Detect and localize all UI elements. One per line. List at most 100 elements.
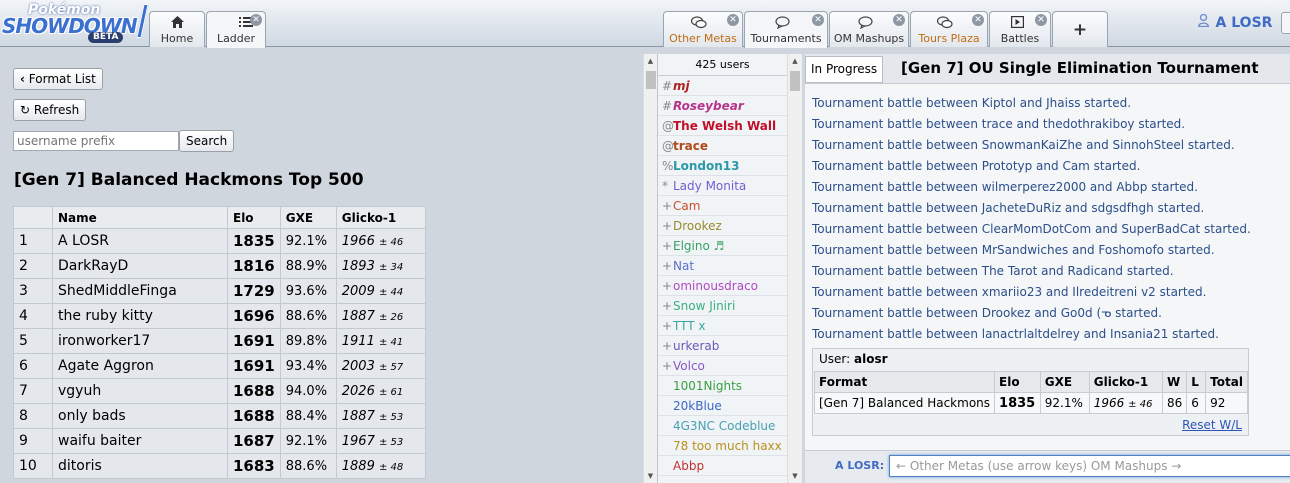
scroll-up-arrow[interactable]: ▲: [788, 56, 802, 66]
player-name-cell[interactable]: A LOSR: [52, 228, 228, 254]
table-row: 2 DarkRayD 1816 88.9% 1893 ± 34: [13, 253, 426, 279]
list-item[interactable]: Abbp: [658, 456, 787, 476]
user-group-symbol: +: [662, 219, 673, 233]
glicko-cell: 1889 ± 48: [335, 453, 426, 479]
stat-glicko-value: 1966: [1093, 396, 1125, 410]
in-progress-button[interactable]: In Progress: [805, 56, 884, 83]
tab-ladder[interactable]: Ladder ✕: [206, 11, 266, 48]
add-tab-button[interactable]: +: [1052, 11, 1108, 47]
tab-ladder-label: Ladder: [216, 32, 256, 45]
list-item[interactable]: +Drookez: [658, 216, 787, 236]
rank-cell: 2: [13, 253, 53, 279]
col-name: Name: [52, 206, 228, 229]
glicko-value: 2026: [341, 383, 375, 399]
list-item[interactable]: 4G3NC Codeblue: [658, 416, 787, 436]
list-item[interactable]: 1001Nights: [658, 376, 787, 396]
user-group-symbol: *: [662, 179, 668, 193]
list-item[interactable]: 78 too much haxx: [658, 436, 787, 456]
list-item[interactable]: +ominousdraco: [658, 276, 787, 296]
tab-home[interactable]: Home: [149, 11, 205, 47]
close-icon[interactable]: ✕: [1035, 14, 1047, 26]
close-icon[interactable]: ✕: [972, 14, 984, 26]
user-group-symbol: +: [662, 359, 673, 373]
scroll-thumb[interactable]: [790, 71, 800, 91]
search-button[interactable]: Search: [179, 130, 235, 152]
list-item[interactable]: %London13: [658, 156, 787, 176]
user-group-symbol: %: [662, 159, 674, 173]
tab-tournaments[interactable]: Tournaments ✕: [744, 11, 828, 48]
player-name-cell[interactable]: ironworker17: [52, 328, 228, 354]
format-list-button[interactable]: ‹ Format List: [13, 68, 103, 90]
col-l: L: [1186, 371, 1207, 393]
gxe-cell: 93.6%: [279, 278, 337, 304]
player-name-cell[interactable]: the ruby kitty: [52, 303, 228, 329]
list-item[interactable]: @The Welsh Wall: [658, 116, 787, 136]
gxe-cell: 89.8%: [279, 328, 337, 354]
current-user[interactable]: A LOSR: [1198, 13, 1273, 31]
list-item[interactable]: #Roseybear: [658, 96, 787, 116]
list-item[interactable]: * Lady Monita: [658, 176, 787, 196]
glicko-value: 1911: [341, 333, 375, 349]
format-list-label: Format List: [28, 72, 96, 86]
elo-cell: 1683: [227, 453, 281, 479]
tab-tours-plaza[interactable]: Tours Plaza ✕: [910, 11, 988, 47]
rank-cell: 9: [13, 428, 53, 454]
list-item[interactable]: #mj: [658, 76, 787, 96]
user-name: The Welsh Wall: [673, 119, 777, 133]
list-item[interactable]: 20kBlue: [658, 396, 787, 416]
close-icon[interactable]: ✕: [250, 14, 262, 26]
scroll-up-arrow[interactable]: ▲: [644, 56, 657, 66]
tab-om-mashups[interactable]: OM Mashups ✕: [829, 11, 909, 47]
gxe-cell: 92.1%: [279, 428, 337, 454]
tab-battles[interactable]: Battles ✕: [989, 11, 1051, 47]
user-stats-username[interactable]: alosr: [854, 352, 888, 366]
table-row: 3 ShedMiddleFinga 1729 93.6% 2009 ± 44: [13, 278, 426, 304]
user-name: urkerab: [673, 339, 720, 353]
scroll-down-arrow[interactable]: ▼: [644, 471, 657, 481]
showdown-logo[interactable]: Pokémon SHOWDOWN BETA: [2, 2, 149, 44]
player-name-cell[interactable]: vgyuh: [52, 378, 228, 404]
list-item[interactable]: +TTT x: [658, 316, 787, 336]
list-item[interactable]: +Volco: [658, 356, 787, 376]
user-group-symbol: #: [662, 79, 673, 93]
user-name: Cam: [673, 199, 701, 213]
col-total: Total: [1205, 371, 1248, 393]
main-menu-button[interactable]: [1281, 12, 1290, 34]
list-item[interactable]: +Elgino ♬: [658, 236, 787, 256]
player-name-cell[interactable]: DarkRayD: [52, 253, 228, 279]
player-name-cell[interactable]: only bads: [52, 403, 228, 429]
list-item[interactable]: +Nat: [658, 256, 787, 276]
col-glicko: Glicko-1: [1088, 371, 1164, 393]
scroll-down-arrow[interactable]: ▼: [788, 471, 802, 481]
userlist-scrollbar[interactable]: ▲ ▼: [787, 54, 802, 483]
list-item[interactable]: +Snow Jiniri: [658, 296, 787, 316]
chat-message-input[interactable]: ← Other Metas (use arrow keys) OM Mashup…: [889, 455, 1290, 477]
list-item[interactable]: +urkerab: [658, 336, 787, 356]
tab-other-metas[interactable]: Other Metas ✕: [663, 11, 743, 47]
player-name-cell[interactable]: ditoris: [52, 453, 228, 479]
rank-cell: 8: [13, 403, 53, 429]
user-group-symbol: +: [662, 299, 673, 313]
refresh-button[interactable]: ↻ Refresh: [13, 99, 87, 121]
list-item[interactable]: +Cam: [658, 196, 787, 216]
col-glicko: Glicko-1: [335, 206, 426, 229]
chat-message: Tournament battle between Drookez and Go…: [812, 306, 1162, 320]
list-item[interactable]: @trace: [658, 136, 787, 156]
table-row: 5 ironworker17 1691 89.8% 1911 ± 41: [13, 328, 426, 354]
ladder-title: [Gen 7] Balanced Hackmons Top 500: [14, 170, 364, 190]
player-name-cell[interactable]: Agate Aggron: [52, 353, 228, 379]
ladder-scrollbar[interactable]: ▲ ▼: [643, 54, 657, 483]
player-name-cell[interactable]: ShedMiddleFinga: [52, 278, 228, 304]
player-name-cell[interactable]: waifu baiter: [52, 428, 228, 454]
username-search-input[interactable]: [13, 131, 179, 151]
gxe-cell: 93.4%: [279, 353, 337, 379]
scroll-thumb[interactable]: [646, 71, 656, 89]
gxe-cell: 94.0%: [279, 378, 337, 404]
col-format: Format: [813, 371, 996, 393]
user-name: Elgino ♬: [673, 239, 725, 253]
current-user-name: A LOSR: [1215, 15, 1273, 31]
reset-wl-link[interactable]: Reset W/L: [1182, 418, 1242, 432]
user-group-symbol: +: [662, 279, 673, 293]
user-count[interactable]: 425 users: [658, 54, 787, 76]
home-icon: [150, 16, 204, 32]
